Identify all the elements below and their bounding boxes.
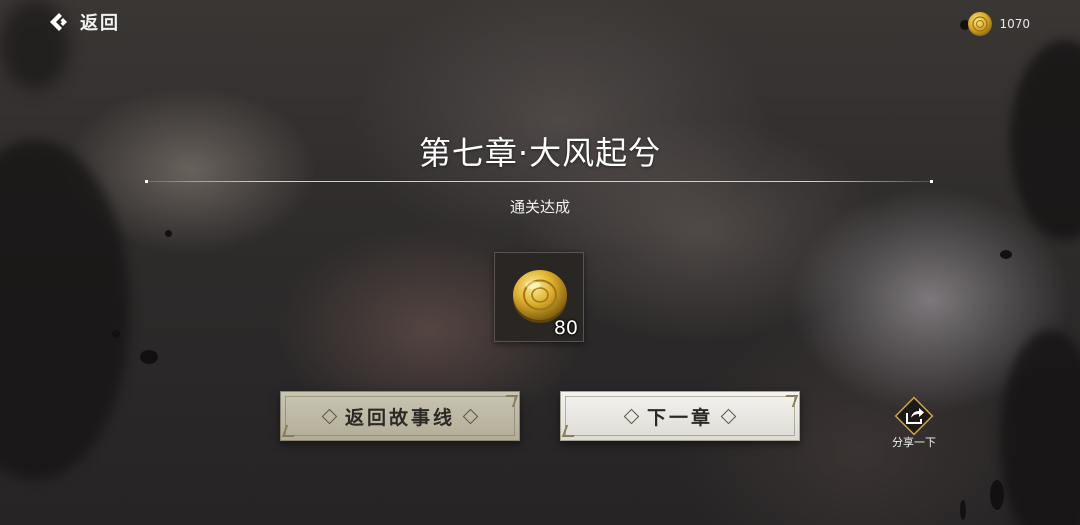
ink-dot	[960, 500, 966, 520]
back-arrow-icon	[50, 13, 67, 31]
chapter-title: 第七章·大风起兮	[418, 134, 662, 172]
share-button[interactable]: 分享一下	[886, 394, 942, 450]
gold-coin-icon	[968, 12, 993, 36]
back-button[interactable]: 返回	[48, 10, 120, 34]
ink-dot	[990, 480, 1004, 510]
ink-dot	[1000, 250, 1012, 259]
chapter-status: 通关达成	[509, 198, 570, 216]
ink-dot	[140, 350, 158, 364]
diamond-ornament-icon	[720, 408, 737, 424]
diamond-ornament-icon	[462, 408, 479, 424]
back-to-storyline-label: 返回故事线	[344, 406, 455, 429]
next-chapter-label: 下一章	[646, 406, 713, 429]
currency-amount: 1070	[999, 17, 1030, 31]
currency-display: 1070	[967, 11, 1030, 37]
ink-dot	[165, 230, 172, 237]
next-chapter-button[interactable]: 下一章	[560, 391, 800, 441]
ink-splatter-left	[0, 140, 130, 480]
diamond-ornament-icon	[623, 408, 640, 424]
back-label: 返回	[80, 13, 120, 34]
corner-ornament	[781, 395, 799, 407]
back-to-storyline-button[interactable]: 返回故事线	[280, 391, 520, 441]
ink-dot	[112, 330, 120, 338]
reward-item[interactable]: 80	[494, 252, 584, 342]
result-screen: 返回 1070 第七章·大风起兮 通关达成 80 返回故事线 下一章 分享一下	[0, 0, 1080, 525]
ink-splatter-bottom-right	[1000, 330, 1080, 525]
corner-ornament	[501, 395, 519, 407]
share-label: 分享一下	[892, 436, 936, 449]
reward-count: 80	[553, 317, 578, 339]
title-divider	[145, 180, 933, 183]
share-icon	[894, 396, 934, 436]
corner-ornament	[281, 425, 299, 437]
diamond-ornament-icon	[321, 408, 338, 424]
corner-ornament	[561, 425, 579, 437]
